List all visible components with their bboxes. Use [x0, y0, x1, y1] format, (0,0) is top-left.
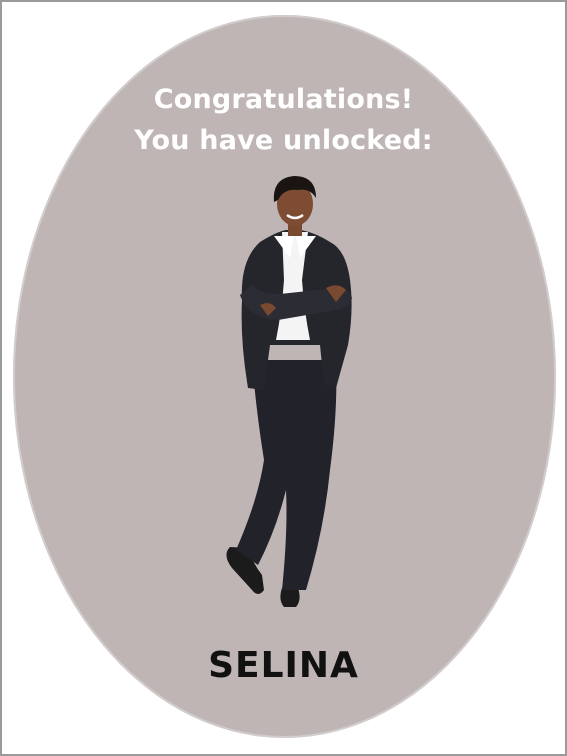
right-shoe — [280, 588, 300, 607]
congratulations-heading: Congratulations! — [153, 84, 414, 115]
character-name: SELINA — [208, 645, 359, 686]
character-portrait — [226, 176, 352, 607]
unlock-card: Congratulations! You have unlocked: SELI… — [0, 0, 567, 756]
trousers — [236, 360, 337, 590]
unlocked-subheading: You have unlocked: — [134, 125, 433, 156]
